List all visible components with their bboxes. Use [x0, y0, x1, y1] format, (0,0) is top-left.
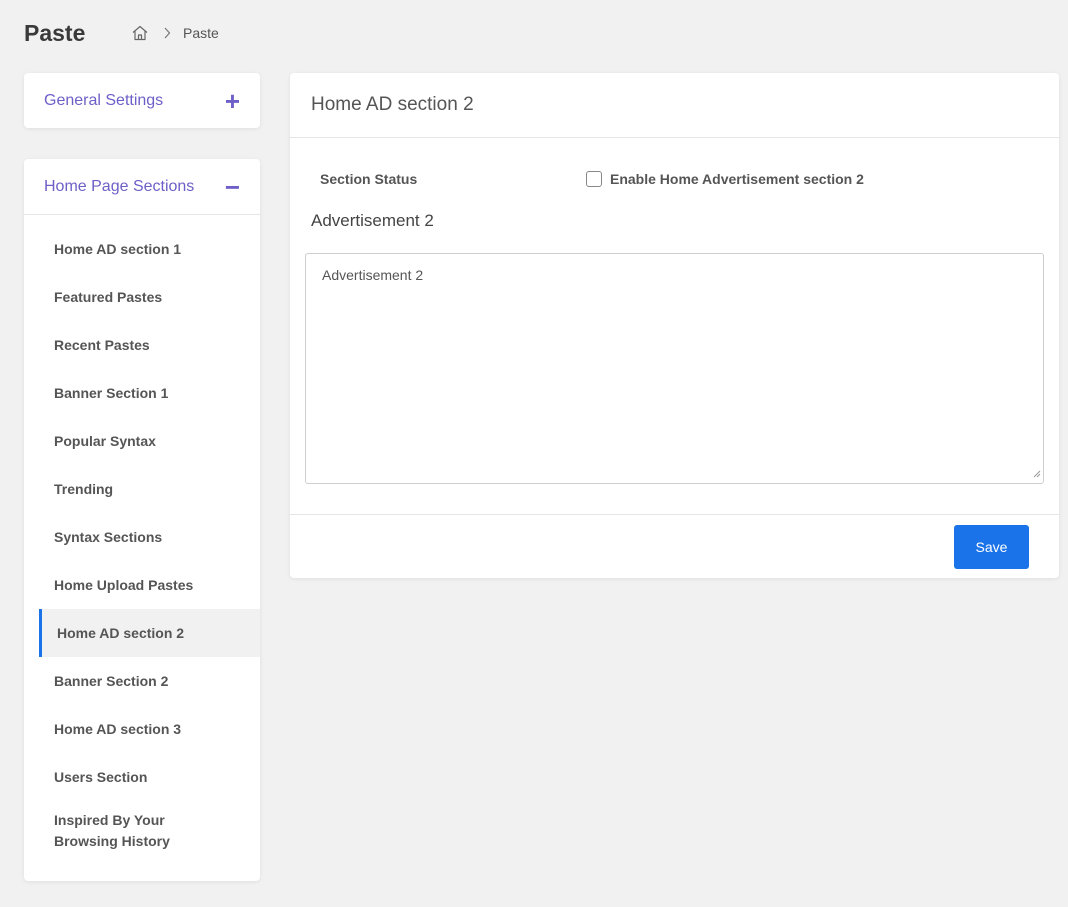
enable-section-checkbox-label[interactable]: Enable Home Advertisement section 2: [610, 171, 864, 187]
advertisement-textarea[interactable]: Advertisement 2: [305, 253, 1044, 484]
sidebar-item-home-ad-section-1[interactable]: Home AD section 1: [24, 225, 260, 273]
general-settings-card: General Settings +: [24, 73, 260, 128]
breadcrumb: Paste: [131, 24, 219, 42]
sidebar-item-inspired-by-browsing-history[interactable]: Inspired By Your Browsing History: [24, 801, 260, 865]
sidebar-item-banner-section-2[interactable]: Banner Section 2: [24, 657, 260, 705]
home-page-sections-label: Home Page Sections: [44, 177, 195, 195]
page-title: Paste: [24, 20, 86, 46]
minus-icon[interactable]: −: [225, 174, 240, 200]
main-panel-title: Home AD section 2: [290, 73, 1059, 138]
general-settings-header[interactable]: General Settings +: [24, 73, 260, 128]
main-panel: Home AD section 2 Section Status Enable …: [290, 73, 1059, 578]
home-page-sections-header[interactable]: Home Page Sections −: [24, 159, 260, 215]
breadcrumb-current: Paste: [183, 25, 219, 41]
enable-section-checkbox[interactable]: [586, 171, 602, 187]
sidebar-item-home-ad-section-2[interactable]: Home AD section 2: [39, 609, 260, 657]
main-panel-footer: Save: [290, 514, 1059, 578]
chevron-right-icon: [163, 27, 171, 39]
resize-grip-icon[interactable]: [1033, 465, 1041, 481]
save-button[interactable]: Save: [954, 525, 1029, 569]
sections-list: Home AD section 1 Featured Pastes Recent…: [24, 215, 260, 865]
advertisement-textarea-value: Advertisement 2: [322, 267, 424, 283]
sidebar-item-banner-section-1[interactable]: Banner Section 1: [24, 369, 260, 417]
sidebar-item-featured-pastes[interactable]: Featured Pastes: [24, 273, 260, 321]
general-settings-label: General Settings: [44, 91, 164, 109]
home-icon[interactable]: [131, 24, 149, 42]
sidebar-item-trending[interactable]: Trending: [24, 465, 260, 513]
sidebar-item-users-section[interactable]: Users Section: [24, 753, 260, 801]
sidebar-item-recent-pastes[interactable]: Recent Pastes: [24, 321, 260, 369]
plus-icon[interactable]: +: [225, 88, 240, 114]
sidebar-item-home-upload-pastes[interactable]: Home Upload Pastes: [24, 561, 260, 609]
section-status-label: Section Status: [320, 171, 418, 187]
advertisement-field-label: Advertisement 2: [311, 211, 434, 230]
sidebar-item-popular-syntax[interactable]: Popular Syntax: [24, 417, 260, 465]
enable-section-checkbox-wrap[interactable]: Enable Home Advertisement section 2: [586, 171, 864, 187]
sidebar-item-home-ad-section-3[interactable]: Home AD section 3: [24, 705, 260, 753]
sidebar-item-syntax-sections[interactable]: Syntax Sections: [24, 513, 260, 561]
section-status-row: Section Status Enable Home Advertisement…: [320, 171, 1040, 191]
home-page-sections-card: Home Page Sections − Home AD section 1 F…: [24, 159, 260, 881]
